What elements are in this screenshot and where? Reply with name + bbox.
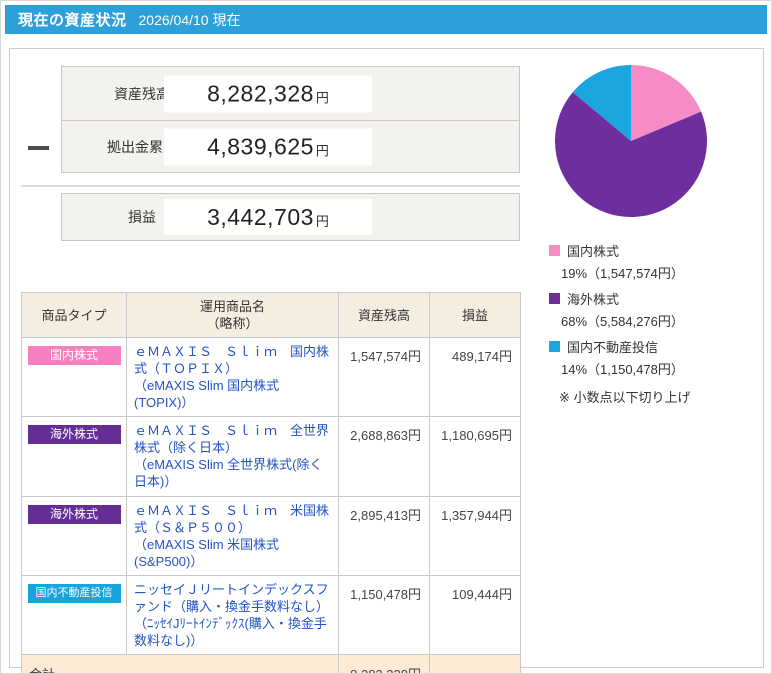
fund-profit: 1,180,695円 <box>429 416 521 497</box>
fund-short-name: （eMAXIS Slim 米国株式(S&P500)） <box>134 537 280 569</box>
fund-name-link[interactable]: ニッセイＪリートインデックスファンド（購入・換金手数料なし） <box>134 581 331 615</box>
fund-short-name: （eMAXIS Slim 国内株式(TOPIX)） <box>134 378 280 410</box>
as-of-date: 2026/04/10 現在 <box>138 11 241 28</box>
fund-short-name: （ﾆｯｾｲJﾘｰﾄｲﾝﾃﾞｯｸｽ(購入・換金手数料なし)） <box>134 616 327 648</box>
table-row: 海外株式 ｅＭＡＸＩＳ Ｓｌｉｍ 米国株式（Ｓ＆Ｐ５００） （eMAXIS Sl… <box>21 496 521 576</box>
fund-table: 商品タイプ 運用商品名 （略称） 資産残高 損益 国内株式 ｅＭＡＸＩＳ Ｓｌｉ… <box>21 292 521 673</box>
profit-loss-value-field: 3,442,703 円 <box>164 199 372 235</box>
asset-balance-row: 資産残高 8,282,328 円 <box>62 67 519 120</box>
fund-short-name: （eMAXIS Slim 全世界株式(除く日本)） <box>134 457 323 489</box>
domestic-reit-swatch <box>549 341 560 352</box>
fund-balance: 1,150,478円 <box>338 575 430 655</box>
legend-label: 国内株式 <box>567 244 620 259</box>
fund-name-link[interactable]: ｅＭＡＸＩＳ Ｓｌｉｍ 全世界株式（除く日本） <box>134 422 331 456</box>
fund-balance: 2,895,413円 <box>338 496 430 576</box>
legend-detail: 68%（5,584,276円） <box>561 314 684 329</box>
page-header: 現在の資産状況 2026/04/10 現在 <box>5 5 767 34</box>
pie-chart <box>554 65 707 217</box>
legend-item-foreign-stock: 海外株式 68%（5,584,276円） <box>549 289 763 330</box>
profit-loss-value: 3,442,703 <box>207 203 314 230</box>
total-balance: 8,282,328円 <box>338 654 430 673</box>
asset-balance-value-field: 8,282,328 円 <box>164 75 372 112</box>
fund-profit: 489,174円 <box>429 337 521 417</box>
pie-legend: 国内株式 19%（1,547,574円） 海外株式 68%（5,584,276円… <box>549 241 763 406</box>
balance-contribution-box: 資産残高 8,282,328 円 拠出金累計 4,839,625 円 <box>61 66 520 173</box>
fund-balance: 2,688,863円 <box>338 416 430 497</box>
asset-status-page: 現在の資産状況 2026/04/10 現在 資産残高 8,282,328 円 拠… <box>0 0 772 674</box>
header-product-type: 商品タイプ <box>21 292 127 338</box>
product-type-badge: 国内株式 <box>27 346 121 365</box>
legend-detail: 14%（1,150,478円） <box>561 362 684 377</box>
asset-allocation-pie <box>553 63 709 219</box>
currency-suffix: 円 <box>315 90 329 105</box>
legend-label: 海外株式 <box>567 292 620 307</box>
total-row: 合計 8,282,328円 <box>21 654 521 673</box>
asset-balance-value: 8,282,328 <box>207 80 314 106</box>
fund-balance: 1,547,574円 <box>338 337 430 417</box>
minus-operator <box>28 146 49 150</box>
table-row: 国内株式 ｅＭＡＸＩＳ Ｓｌｉｍ 国内株式（ＴＯＰＩＸ） （eMAXIS Sli… <box>21 337 521 417</box>
legend-item-domestic-stock: 国内株式 19%（1,547,574円） <box>549 241 763 282</box>
header-balance: 資産残高 <box>338 292 430 338</box>
table-row: 国内不動産投信 ニッセイＪリートインデックスファンド（購入・換金手数料なし） （… <box>21 575 521 655</box>
rounding-note: ※ 小数点以下切り上げ <box>559 390 691 405</box>
product-type-badge: 海外株式 <box>27 505 121 524</box>
profit-loss-box: 損益 3,442,703 円 <box>61 193 520 241</box>
header-profit: 損益 <box>429 292 521 338</box>
currency-suffix: 円 <box>315 143 329 158</box>
currency-suffix: 円 <box>315 213 329 229</box>
profit-loss-row: 損益 3,442,703 円 <box>62 194 519 240</box>
legend-label: 国内不動産投信 <box>567 340 659 355</box>
contributions-row: 拠出金累計 4,839,625 円 <box>62 120 519 172</box>
fund-profit: 1,357,944円 <box>429 496 521 576</box>
page-title: 現在の資産状況 <box>18 12 127 29</box>
fund-name-link[interactable]: ｅＭＡＸＩＳ Ｓｌｉｍ 米国株式（Ｓ＆Ｐ５００） <box>134 502 331 536</box>
foreign-stock-swatch <box>549 293 560 304</box>
header-product-name: 運用商品名 （略称） <box>126 292 339 338</box>
product-type-badge: 海外株式 <box>27 425 121 444</box>
total-profit-empty <box>429 654 521 673</box>
fund-profit: 109,444円 <box>429 575 521 655</box>
total-label: 合計 <box>21 654 339 673</box>
domestic-stock-swatch <box>549 245 560 256</box>
legend-item-domestic-reit: 国内不動産投信 14%（1,150,478円） <box>549 337 763 378</box>
contributions-value: 4,839,625 <box>207 133 314 159</box>
fund-name-link[interactable]: ｅＭＡＸＩＳ Ｓｌｉｍ 国内株式（ＴＯＰＩＸ） <box>134 343 331 377</box>
legend-detail: 19%（1,547,574円） <box>561 266 684 281</box>
contributions-value-field: 4,839,625 円 <box>164 128 372 165</box>
equals-divider <box>21 185 520 187</box>
table-header-row: 商品タイプ 運用商品名 （略称） 資産残高 損益 <box>21 292 521 338</box>
product-type-badge: 国内不動産投信 <box>27 584 121 603</box>
table-row: 海外株式 ｅＭＡＸＩＳ Ｓｌｉｍ 全世界株式（除く日本） （eMAXIS Sli… <box>21 416 521 497</box>
